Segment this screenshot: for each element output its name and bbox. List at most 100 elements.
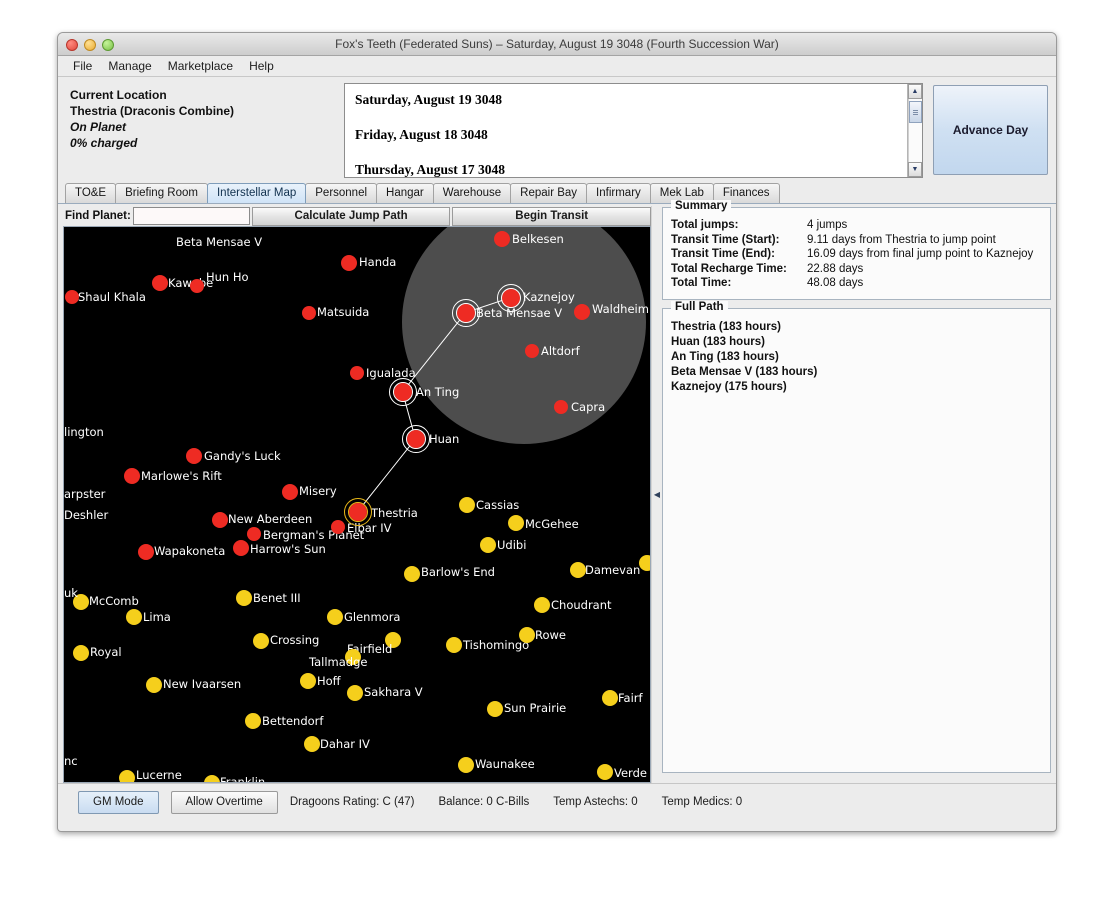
planet-marker[interactable]: [459, 497, 475, 513]
menu-file[interactable]: File: [65, 57, 100, 75]
news-scrollbar[interactable]: ▲ ▼: [907, 84, 922, 177]
temp-astechs-text: Temp Astechs: 0: [553, 796, 637, 808]
news-item[interactable]: Saturday, August 19 3048: [355, 92, 897, 108]
planet-label: Bettendorf: [262, 715, 323, 727]
news-item[interactable]: Friday, August 18 3048: [355, 127, 897, 143]
planet-label-clipped: Deshler: [64, 509, 108, 521]
full-path-panel: Full Path Thestria (183 hours)Huan (183 …: [662, 308, 1051, 774]
planet-marker[interactable]: [458, 757, 474, 773]
planet-marker[interactable]: [186, 448, 202, 464]
gm-mode-button[interactable]: GM Mode: [78, 791, 159, 814]
calculate-jump-path-button[interactable]: Calculate Jump Path: [252, 207, 451, 226]
planet-label: Damevan: [585, 564, 640, 576]
planet-label: Benet III: [253, 592, 301, 604]
planet-marker[interactable]: [487, 701, 503, 717]
tab-to-e[interactable]: TO&E: [65, 183, 116, 203]
planet-marker[interactable]: [446, 637, 462, 653]
planet-marker[interactable]: [190, 279, 204, 293]
news-item[interactable]: Thursday, August 17 3048: [355, 162, 897, 177]
tab-infirmary[interactable]: Infirmary: [586, 183, 651, 203]
planet-marker[interactable]: [341, 255, 357, 271]
summary-row: Transit Time (End):16.09 days from final…: [671, 247, 1042, 262]
planet-label: Waunakee: [475, 758, 535, 770]
planet-marker[interactable]: [119, 770, 135, 783]
scroll-up-icon[interactable]: ▲: [908, 84, 922, 99]
menu-bar: File Manage Marketplace Help: [58, 56, 1056, 77]
window-title: Fox's Teeth (Federated Suns) – Saturday,…: [58, 33, 1056, 56]
planet-marker[interactable]: [602, 690, 618, 706]
news-list[interactable]: Saturday, August 19 3048 Friday, August …: [345, 84, 907, 177]
begin-transit-button[interactable]: Begin Transit: [452, 207, 651, 226]
dragoons-rating-text: Dragoons Rating: C (47): [290, 796, 415, 808]
planet-marker[interactable]: [525, 344, 539, 358]
tab-warehouse[interactable]: Warehouse: [433, 183, 511, 203]
nebula-region: [402, 226, 646, 444]
planet-marker[interactable]: [302, 306, 316, 320]
planet-marker[interactable]: [347, 685, 363, 701]
planet-marker[interactable]: [519, 627, 535, 643]
tab-repair-bay[interactable]: Repair Bay: [510, 183, 587, 203]
tab-briefing-room[interactable]: Briefing Room: [115, 183, 208, 203]
planet-marker[interactable]: [480, 537, 496, 553]
planet-marker[interactable]: [236, 590, 252, 606]
planet-marker[interactable]: [327, 609, 343, 625]
planet-marker[interactable]: [404, 566, 420, 582]
planet-marker[interactable]: [247, 527, 261, 541]
planet-marker[interactable]: [534, 597, 550, 613]
scroll-down-icon[interactable]: ▼: [908, 162, 922, 177]
planet-marker[interactable]: [245, 713, 261, 729]
full-path-line: Beta Mensae V (183 hours): [671, 365, 1042, 380]
current-location-status: On Planet: [70, 119, 342, 135]
planet-marker[interactable]: [508, 515, 524, 531]
planet-marker[interactable]: [282, 484, 298, 500]
planet-marker[interactable]: [152, 275, 168, 291]
planet-marker[interactable]: [124, 468, 140, 484]
menu-marketplace[interactable]: Marketplace: [160, 57, 241, 75]
scrollbar-thumb[interactable]: [909, 101, 922, 123]
tab-personnel[interactable]: Personnel: [305, 183, 377, 203]
planet-marker[interactable]: [138, 544, 154, 560]
jump-node-ring: [389, 378, 417, 406]
planet-marker[interactable]: [331, 520, 345, 534]
planet-marker[interactable]: [126, 609, 142, 625]
planet-marker[interactable]: [300, 673, 316, 689]
map-splitter[interactable]: ◀: [651, 206, 662, 783]
planet-marker[interactable]: [597, 764, 613, 780]
planet-label: McComb: [89, 595, 139, 607]
planet-marker[interactable]: [570, 562, 586, 578]
tab-hangar[interactable]: Hangar: [376, 183, 434, 203]
advance-day-button[interactable]: Advance Day: [933, 85, 1048, 175]
planet-label: Lima: [143, 611, 171, 623]
planet-marker[interactable]: [554, 400, 568, 414]
summary-value: 16.09 days from final jump point to Kazn…: [807, 247, 1033, 262]
jump-node-ring: [497, 284, 525, 312]
scrollbar-track[interactable]: [908, 99, 922, 162]
tab-strip: TO&EBriefing RoomInterstellar MapPersonn…: [58, 182, 1056, 204]
planet-marker[interactable]: [304, 736, 320, 752]
menu-help[interactable]: Help: [241, 57, 282, 75]
planet-label: Glenmora: [344, 611, 400, 623]
planet-marker[interactable]: [146, 677, 162, 693]
find-planet-input[interactable]: [133, 207, 250, 225]
planet-marker[interactable]: [204, 775, 220, 783]
planet-marker[interactable]: [574, 304, 590, 320]
tab-interstellar-map[interactable]: Interstellar Map: [207, 183, 306, 203]
planet-marker[interactable]: [639, 555, 651, 571]
menu-manage[interactable]: Manage: [100, 57, 159, 75]
interstellar-map[interactable]: Shaul KhalaKawabeHun HoHandaMatsuidaBeta…: [63, 226, 651, 783]
planet-marker[interactable]: [494, 231, 510, 247]
planet-label: Kaznejoy: [523, 291, 575, 303]
summary-row: Total jumps:4 jumps: [671, 218, 1042, 233]
planet-marker[interactable]: [212, 512, 228, 528]
planet-marker[interactable]: [253, 633, 269, 649]
summary-key: Total Time:: [671, 276, 807, 291]
planet-marker[interactable]: [233, 540, 249, 556]
allow-overtime-button[interactable]: Allow Overtime: [171, 791, 278, 814]
chevron-right-icon[interactable]: ◀: [654, 490, 660, 499]
planet-marker[interactable]: [65, 290, 79, 304]
planet-marker[interactable]: [350, 366, 364, 380]
planet-label: Hun Ho: [206, 271, 249, 283]
planet-marker[interactable]: [73, 645, 89, 661]
balance-text: Balance: 0 C-Bills: [438, 796, 529, 808]
planet-label: Hoff: [317, 675, 341, 687]
